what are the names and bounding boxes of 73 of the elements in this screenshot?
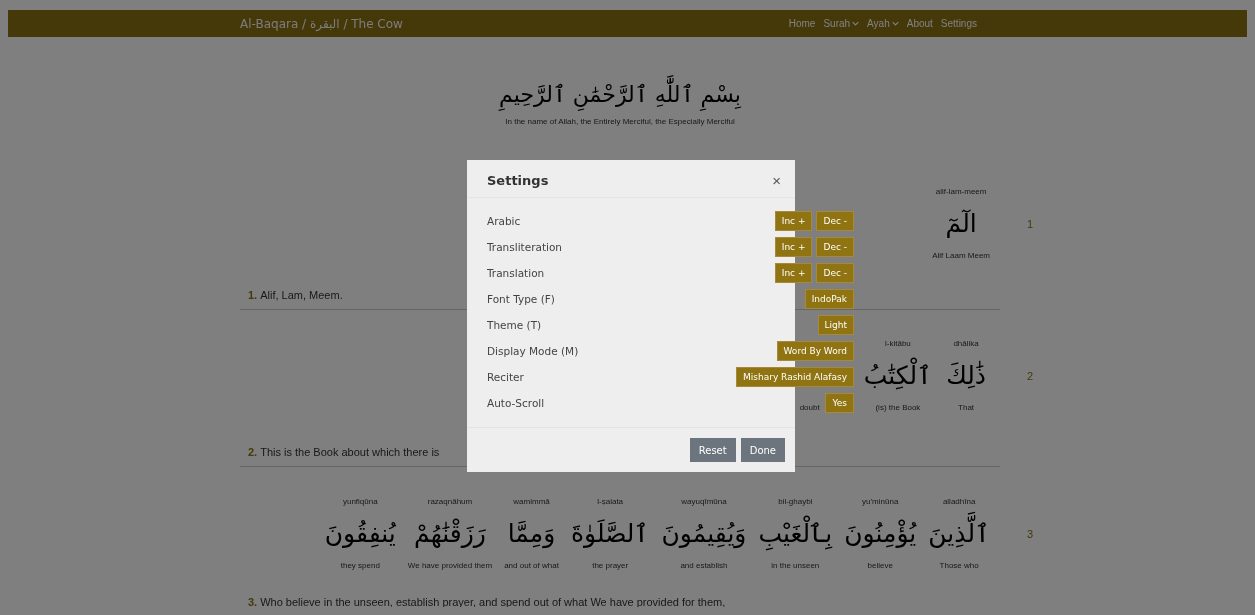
setting-label: Font Type (F) [487,293,555,305]
word-transliteration: yu'minūna [862,497,899,507]
setting-label: Theme (T) [487,319,542,331]
ayah-number: 1 [1025,218,1035,230]
arabic-word[interactable]: وَمِمَّا [507,507,556,561]
word-meaning: (is) the Book [875,403,921,413]
dialog-title: Settings [487,173,549,188]
arabic-word[interactable]: وَيُقِيمُونَ [661,507,747,561]
ayah-number: 3 [1025,528,1035,540]
arabic-word[interactable]: ٱلَّذِينَ [928,507,990,561]
setting-label: Reciter [487,371,524,383]
word-transliteration: wayuqīmūna [681,497,727,507]
verse-number: 1. [248,289,258,301]
dialog-button[interactable]: Reset [689,438,736,462]
word-meaning: doubt [799,403,820,413]
step-button[interactable]: Inc + [774,237,813,257]
word-transliteration: alladhīna [942,497,976,507]
option-button[interactable]: Mishary Rashid Alafasy [736,367,854,387]
dialog-button[interactable]: Done [740,438,785,462]
word-meaning: and establish [680,561,728,571]
word-transliteration: alif-lam-meem [935,187,987,197]
arabic-word[interactable]: الٓمٓ [945,197,977,251]
arabic-word[interactable]: بِٱلْغَيْبِ [758,507,833,561]
page-title[interactable]: Al-Baqara / البقرة / The Cow [240,16,403,31]
option-button[interactable]: Yes [825,393,854,413]
word-meaning: Alif Laam Meem [932,251,990,261]
ayah-number: 2 [1025,370,1035,382]
setting-label: Display Mode (M) [487,345,579,357]
arabic-word[interactable]: رَزَقْنَٰهُمْ [414,507,486,561]
word-meaning: Those who [939,561,979,571]
nav-link[interactable]: Home [788,18,816,29]
setting-label: Arabic [487,215,521,227]
word-transliteration: l-kitābu [885,339,911,349]
nav-link[interactable]: Settings [940,18,977,29]
word-transliteration: wamimmā [513,497,550,507]
word-transliteration: bil-ghaybi [778,497,813,507]
step-button[interactable]: Dec - [816,263,854,283]
word-meaning: That [958,403,975,413]
step-button[interactable]: Dec - [816,237,854,257]
nav-link[interactable]: Ayah [867,18,899,29]
step-button[interactable]: Inc + [774,211,813,231]
arabic-word[interactable]: ٱلصَّلَوٰةَ [570,507,650,561]
verse-number: 3. [248,596,258,607]
word-meaning: We have provided them [407,561,493,571]
option-button[interactable]: Light [817,315,854,335]
bismillah-translation: In the name of Allah, the Entirely Merciful, the Especially Merciful [505,117,735,126]
word-meaning: they spend [340,561,380,571]
setting-label: Transliteration [487,241,563,253]
step-button[interactable]: Inc + [774,263,813,283]
option-button[interactable]: Word By Word [776,341,854,361]
word-transliteration: l-ṣalata [597,497,624,507]
arabic-word[interactable]: ذَٰلِكَ [946,349,986,403]
word-meaning: believe [867,561,893,571]
setting-label: Translation [487,267,545,279]
word-transliteration: yunfiqūna [342,497,378,507]
option-button[interactable]: IndoPak [804,289,854,309]
verse-translation: Alif, Lam, Meem. [260,289,343,301]
verse-number: 2. [248,446,258,458]
nav-link[interactable]: About [906,18,933,29]
word-transliteration: razaqnāhum [427,497,473,507]
step-button[interactable]: Dec - [816,211,854,231]
arabic-word[interactable]: يُنفِقُونَ [324,507,396,561]
arabic-word[interactable]: يُؤْمِنُونَ [844,507,917,561]
nav-link[interactable]: Surah [823,18,860,29]
word-meaning: and out of what [504,561,559,571]
word-transliteration: dhālika [953,339,979,349]
setting-label: Auto-Scroll [487,397,545,409]
word-meaning: in the unseen [771,561,820,571]
verse-translation: This is the Book about which there is [260,446,440,458]
word-meaning: the prayer [592,561,629,571]
close-button[interactable]: × [770,172,783,189]
arabic-word[interactable]: ٱلْكِتَٰبُ [863,349,933,403]
bismillah-calligraphy: بِسْمِ ٱللَّٰهِ ٱلرَّحْمَٰنِ ٱلرَّحِيمِ [499,75,741,115]
